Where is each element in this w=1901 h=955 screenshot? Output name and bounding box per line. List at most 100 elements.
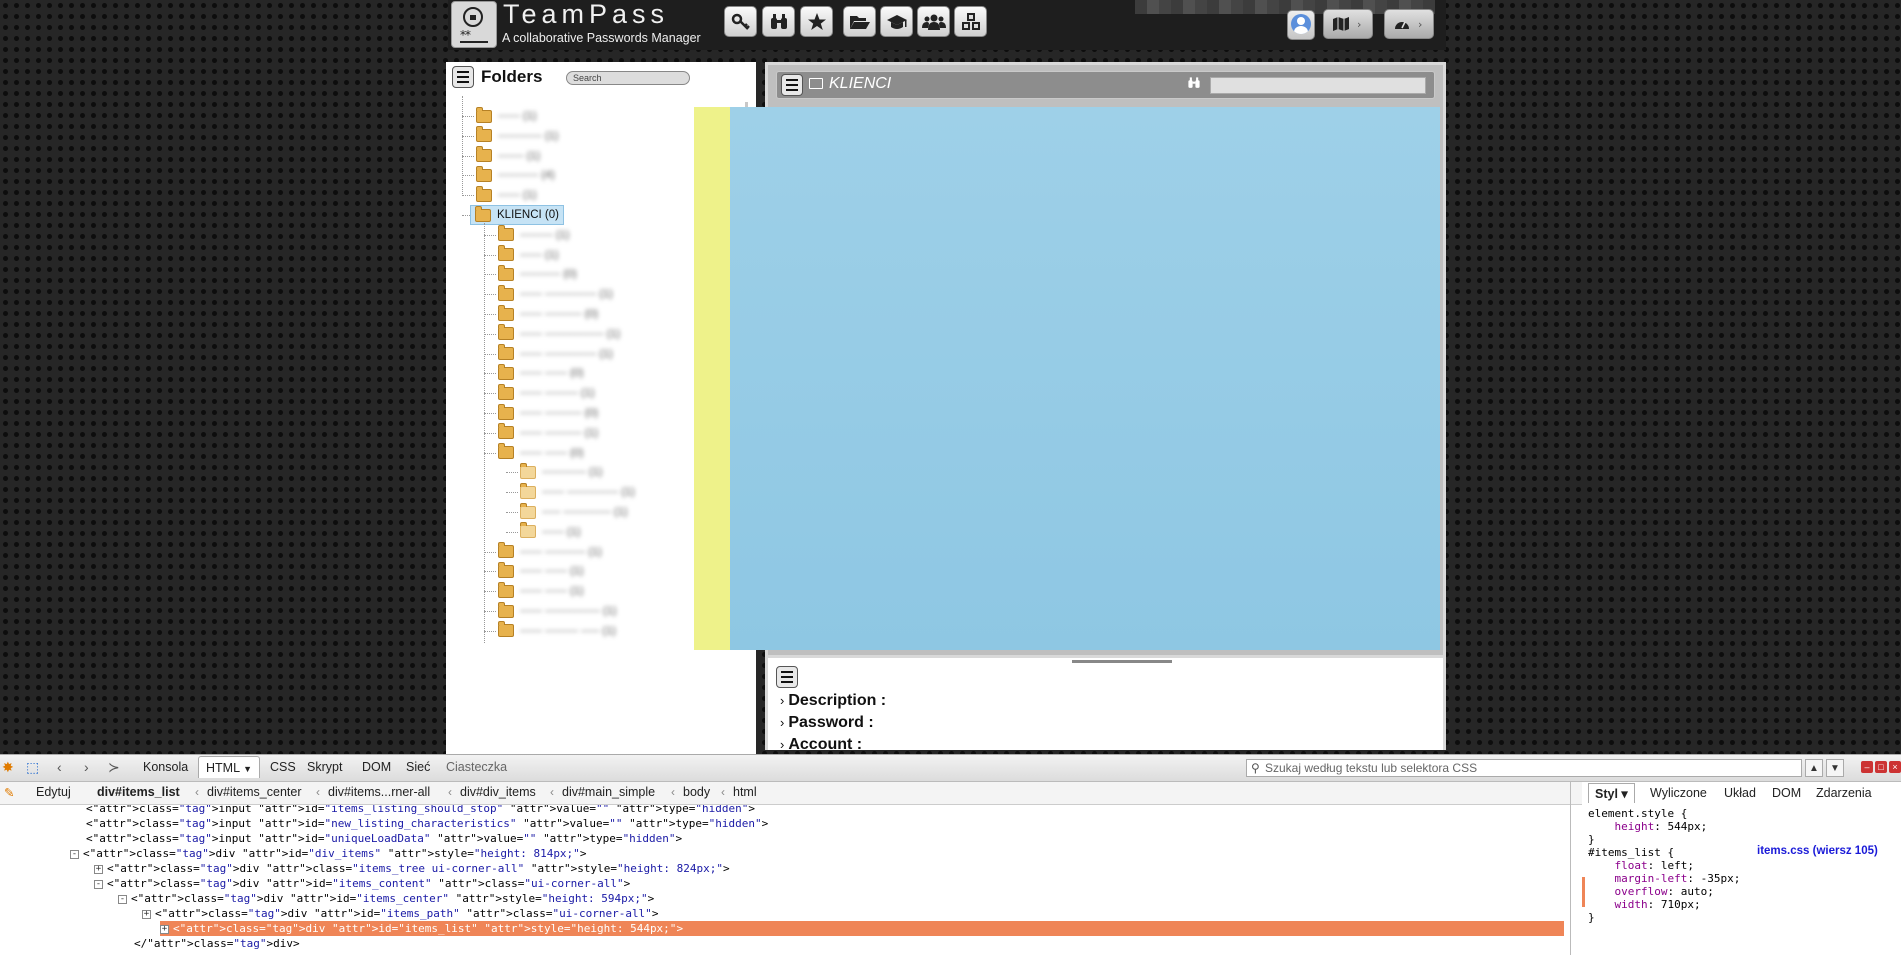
folder-item[interactable]: ------ ---------- (1) [498, 423, 598, 443]
password-field[interactable]: › Password : [780, 714, 874, 732]
star-icon[interactable] [800, 6, 833, 37]
folder-item[interactable]: ------ (1) [476, 185, 536, 205]
folder-item[interactable]: ------ -------------- (1) [498, 284, 613, 304]
forward-icon[interactable]: › [84, 759, 89, 775]
folder-item[interactable]: ------ ------ (0) [498, 443, 584, 463]
search-prev-button[interactable]: ▲ [1805, 759, 1823, 777]
side-tab[interactable]: Układ [1724, 786, 1756, 800]
expand-icon[interactable]: + [94, 864, 103, 874]
folder-item[interactable]: ------ (1) [498, 245, 558, 265]
folder-open-icon[interactable] [843, 6, 876, 37]
map-menu-button[interactable]: › [1323, 9, 1373, 39]
dashboard-menu-button[interactable]: › [1384, 9, 1434, 39]
folder-item[interactable]: ------------ (1) [476, 126, 558, 146]
lock-icon [463, 7, 483, 27]
expand-icon[interactable]: + [160, 924, 169, 934]
edit-button[interactable]: Edytuj [36, 785, 71, 799]
cubes-icon[interactable] [954, 6, 987, 37]
folder-item[interactable]: ------- (1) [476, 146, 540, 166]
folder-item[interactable]: ----------- (0) [498, 264, 577, 284]
tab-ciasteczka[interactable]: Ciasteczka [446, 760, 507, 774]
css-rule-line: height: 544px; [1614, 820, 1708, 833]
devtools-search-input[interactable]: ⚲ Szukaj według tekstu lub selektora CSS [1246, 759, 1802, 777]
folder-item[interactable]: ------ ----------- (1) [498, 542, 602, 562]
breadcrumb-item[interactable]: div#div_items [460, 785, 536, 799]
folder-item[interactable]: ------ ------ (1) [498, 581, 584, 601]
breadcrumb-item[interactable]: html [733, 785, 757, 799]
html-node[interactable]: + <"attr">class="tag">div "attr">id="item… [142, 906, 658, 921]
folder-item[interactable]: ------ -------------- (1) [520, 482, 635, 502]
collapse-icon[interactable]: - [118, 894, 127, 904]
folder-item[interactable]: ------ ------ (1) [498, 561, 584, 581]
tab-skrypt[interactable]: Skrypt [307, 760, 342, 774]
detach-icon[interactable]: □ [1875, 761, 1887, 773]
command-line-icon[interactable]: ≻ [108, 759, 120, 776]
html-node[interactable]: <"attr">class="tag">input "attr">id="uni… [86, 831, 682, 846]
folder-icon [498, 324, 514, 341]
side-tab[interactable]: Styl ▾ [1588, 783, 1635, 803]
breadcrumb-item[interactable]: div#main_simple [562, 785, 655, 799]
collapse-icon[interactable]: - [70, 849, 79, 859]
folder-item[interactable]: ------ ---------- (0) [498, 403, 598, 423]
folder-item[interactable]: ------ ---------------- (1) [498, 324, 620, 344]
html-node[interactable]: - <"attr">class="tag">div "attr">id="div_… [70, 846, 586, 861]
key-icon[interactable] [724, 6, 757, 37]
breadcrumb-item[interactable]: div#items_list [97, 785, 180, 799]
asterisk-mark: ** [460, 28, 471, 42]
description-field[interactable]: › Description : [780, 692, 886, 710]
html-node[interactable]: + <"attr">class="tag">div "attr">class="i… [94, 861, 730, 876]
folder-item[interactable]: ------ --------------- (1) [498, 601, 616, 621]
side-tab[interactable]: Wyliczone [1650, 786, 1707, 800]
folder-item[interactable]: ----- ------------- (1) [520, 502, 628, 522]
folder-item[interactable]: ------ ---------- (0) [498, 304, 598, 324]
details-menu-button[interactable] [776, 666, 798, 688]
folder-item[interactable]: ------ -------------- (1) [498, 344, 613, 364]
users-icon[interactable] [917, 6, 950, 37]
binoculars-icon[interactable] [762, 6, 795, 37]
folder-item[interactable]: ------ (1) [520, 522, 580, 542]
tab-dom[interactable]: DOM [362, 760, 391, 774]
folder-item[interactable]: ------ (1) [476, 106, 536, 126]
expand-icon[interactable]: + [142, 909, 151, 919]
graduation-cap-icon[interactable] [880, 6, 913, 37]
html-node[interactable]: <"attr">class="tag">input "attr">id="new… [86, 816, 768, 831]
tab-siec[interactable]: Sieć [406, 760, 430, 774]
pane-splitter[interactable] [1570, 782, 1571, 955]
html-node[interactable]: </"attr">class="tag">div> [134, 936, 300, 951]
folder-item[interactable]: ------ --------- (1) [498, 383, 595, 403]
folder-item[interactable]: ------ --------- ----- (1) [498, 621, 616, 641]
folder-item[interactable]: ----------- (4) [476, 165, 555, 185]
side-tab[interactable]: DOM [1772, 786, 1801, 800]
html-node[interactable]: <"attr">class="tag">input "attr">id="ite… [86, 805, 755, 816]
tab-konsola[interactable]: Konsola [143, 760, 188, 774]
html-node-selected[interactable]: + <"attr">class="tag">div "attr">id="item… [160, 921, 1564, 936]
breadcrumb-item[interactable]: div#items_center [207, 785, 302, 799]
folder-item[interactable]: ------------ (1) [520, 462, 602, 482]
folders-search-input[interactable]: Search [566, 71, 690, 85]
back-icon[interactable]: ‹ [57, 759, 62, 775]
firebug-icon[interactable]: ✸ [2, 759, 14, 776]
folders-menu-button[interactable] [452, 66, 474, 88]
css-source-link[interactable]: items.css (wiersz 105) [1757, 845, 1878, 857]
breadcrumb-item[interactable]: div#items...rner-all [328, 785, 430, 799]
edit-icon[interactable]: ✎ [4, 785, 14, 800]
search-next-button[interactable]: ▼ [1826, 759, 1844, 777]
folder-item[interactable]: ------ ------ (0) [498, 363, 584, 383]
folder-item[interactable]: --------- (1) [498, 225, 569, 245]
html-node[interactable]: - <"attr">class="tag">div "attr">id="item… [118, 891, 654, 906]
items-search-input[interactable] [1210, 77, 1426, 94]
user-avatar-button[interactable] [1287, 10, 1315, 40]
inspect-icon[interactable]: ⬚ [26, 759, 39, 776]
minimize-icon[interactable]: – [1861, 761, 1873, 773]
tab-css[interactable]: CSS [270, 760, 296, 774]
side-tab[interactable]: Zdarzenia [1816, 786, 1872, 800]
panel-resize-handle[interactable] [1072, 660, 1172, 663]
teampass-logo[interactable]: ** [451, 1, 497, 48]
account-field[interactable]: › Account : [780, 736, 862, 754]
collapse-icon[interactable]: - [94, 879, 103, 889]
breadcrumb-item[interactable]: body [683, 785, 710, 799]
html-node[interactable]: - <"attr">class="tag">div "attr">id="item… [94, 876, 630, 891]
tab-html[interactable]: HTML ▼ [198, 756, 260, 778]
items-menu-button[interactable] [781, 74, 803, 96]
close-icon[interactable]: × [1889, 761, 1901, 773]
